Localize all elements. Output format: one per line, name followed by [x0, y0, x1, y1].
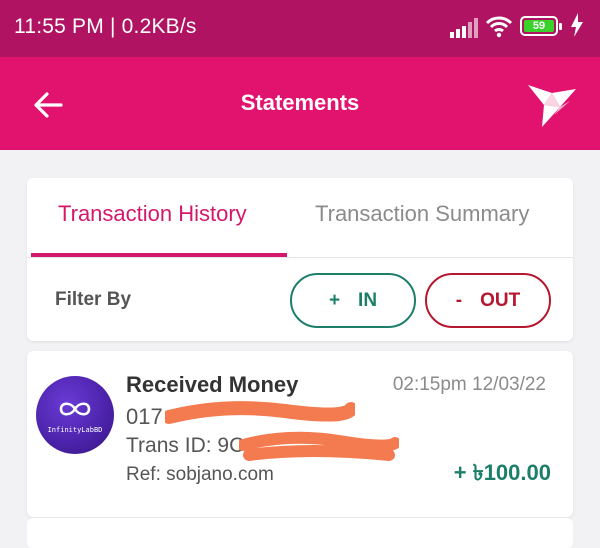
- battery-level: 59: [524, 20, 554, 32]
- plus-sign: +: [328, 289, 341, 311]
- avatar: InfinityLabBD: [36, 376, 114, 454]
- charging-bolt-icon: [571, 13, 583, 37]
- filter-in-button[interactable]: + IN: [290, 273, 416, 328]
- page-title: Statements: [240, 90, 360, 115]
- transaction-number: 017: [126, 404, 163, 429]
- filter-card: Transaction History Transaction Summary …: [27, 178, 573, 341]
- infinity-icon: [59, 402, 91, 416]
- filter-by-label: Filter By: [55, 289, 132, 310]
- transaction-date: 02:15pm 12/03/22: [392, 374, 546, 395]
- filter-in-label: IN: [358, 289, 378, 311]
- tab-transaction-summary[interactable]: Transaction Summary: [315, 201, 529, 257]
- filter-out-button[interactable]: - OUT: [425, 273, 551, 328]
- transaction-id: Trans ID: 9C: [126, 434, 245, 457]
- bkash-bird-logo-icon: [528, 85, 576, 127]
- tab-transaction-history[interactable]: Transaction History: [58, 201, 247, 257]
- filter-out-label: OUT: [480, 289, 521, 311]
- minus-sign: -: [455, 289, 463, 311]
- tab-divider: [27, 257, 573, 258]
- transaction-type: Received Money: [126, 372, 299, 397]
- battery-icon: 59: [520, 16, 562, 36]
- signal-icon: [450, 18, 478, 38]
- redaction-scribble: [239, 431, 399, 461]
- transaction-amount: + ৳100.00: [453, 460, 551, 485]
- next-transaction-row[interactable]: [27, 518, 573, 548]
- status-bar: 11:55 PM | 0.2KB/s 59: [0, 0, 600, 57]
- wifi-icon: [485, 16, 513, 38]
- status-time: 11:55 PM | 0.2KB/s: [14, 15, 197, 38]
- transaction-row[interactable]: InfinityLabBD Received Money 02:15pm 12/…: [27, 351, 573, 517]
- transaction-ref: Ref: sobjano.com: [126, 464, 274, 485]
- redaction-scribble: [165, 401, 355, 424]
- avatar-label: InfinityLabBD: [47, 426, 103, 434]
- app-bar: Statements: [0, 57, 600, 150]
